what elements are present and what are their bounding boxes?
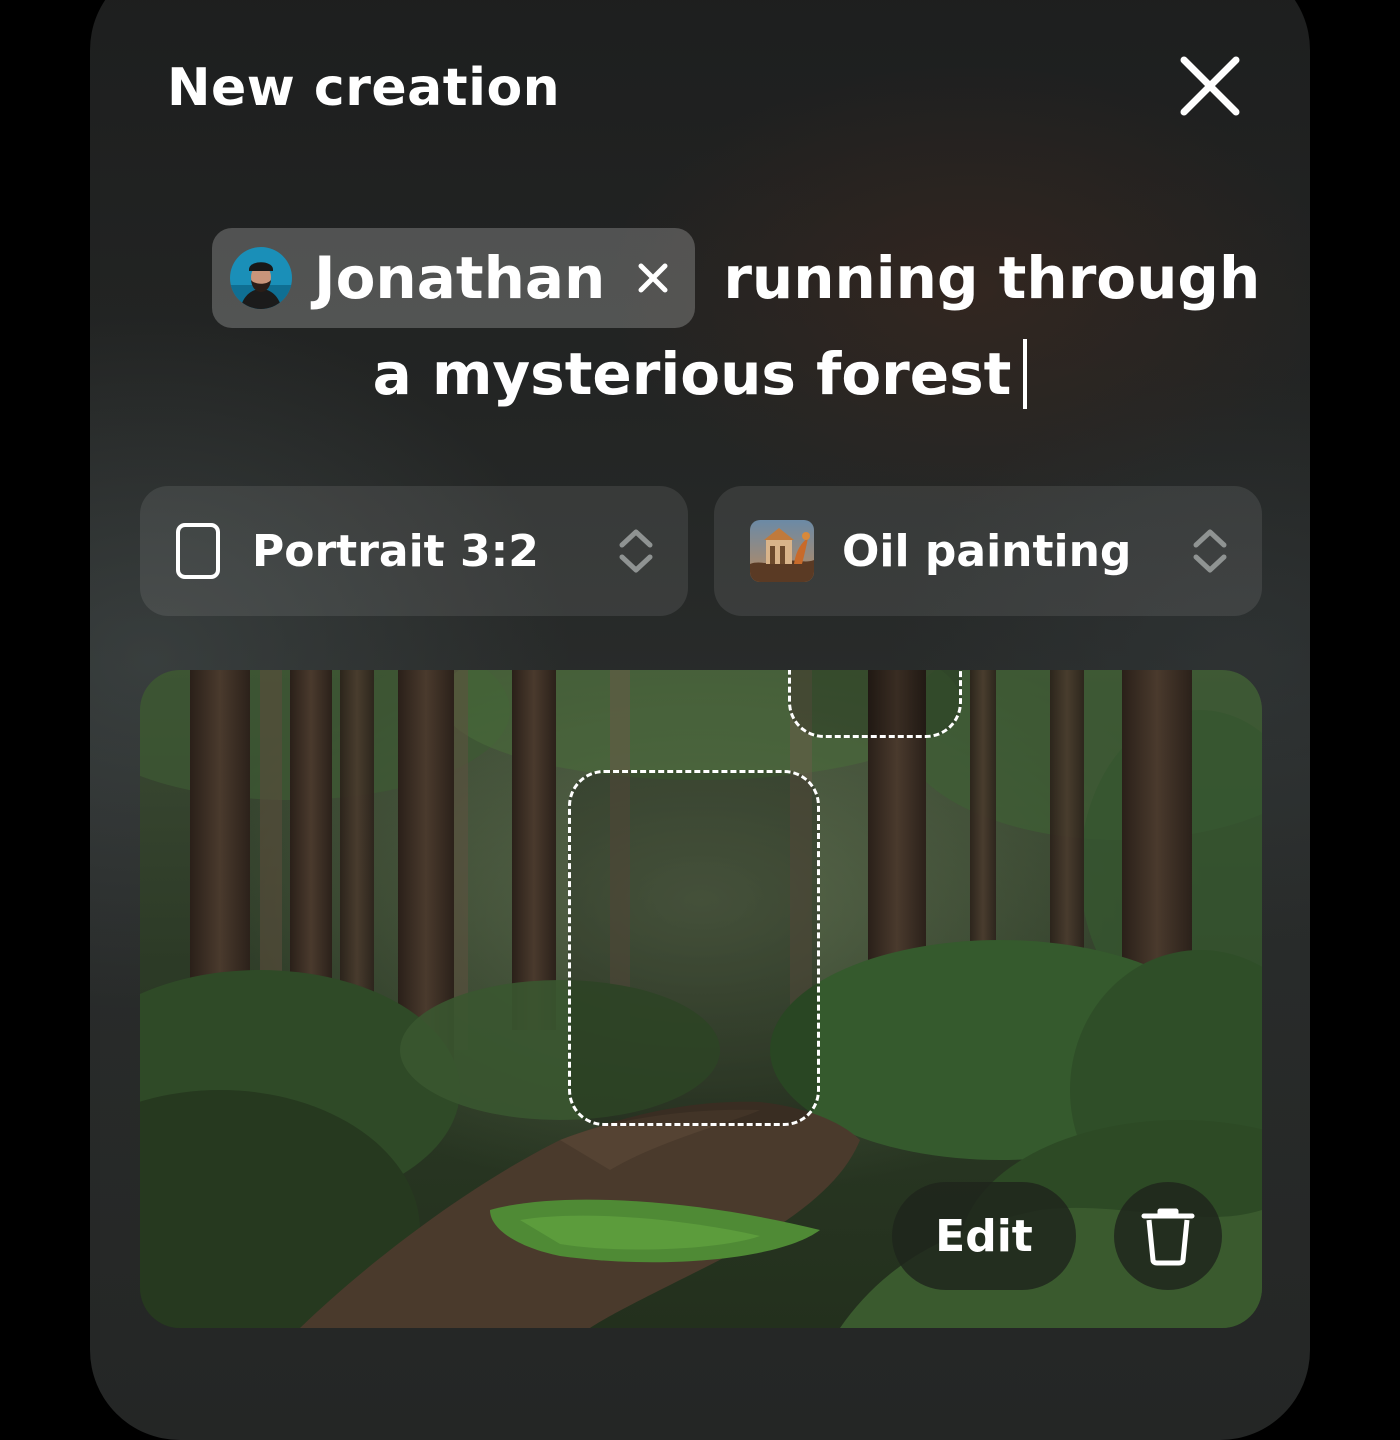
mention-chip[interactable]: Jonathan (212, 228, 696, 328)
style-select[interactable]: Oil painting (714, 486, 1262, 616)
chevron-up-down-icon (1193, 529, 1227, 573)
delete-button[interactable] (1114, 1182, 1222, 1290)
mask-region[interactable] (788, 670, 962, 738)
trash-icon (1141, 1208, 1195, 1266)
close-small-icon (638, 263, 668, 293)
source-image[interactable]: Edit (140, 670, 1262, 1328)
mask-region[interactable] (568, 770, 820, 1126)
close-icon (1180, 56, 1240, 116)
close-button[interactable] (1170, 46, 1250, 126)
style-thumbnail (750, 520, 814, 582)
chevron-up-down-icon (619, 529, 653, 573)
edit-button[interactable]: Edit (892, 1182, 1076, 1290)
avatar (230, 247, 292, 309)
mention-name: Jonathan (314, 244, 606, 312)
text-cursor (1023, 339, 1028, 409)
portrait-frame-icon (176, 523, 220, 579)
prompt-text-line2: a mysterious forest (372, 340, 1012, 408)
style-label: Oil painting (842, 525, 1132, 577)
remove-mention-button[interactable] (633, 258, 673, 298)
aspect-ratio-label: Portrait 3:2 (252, 525, 539, 577)
aspect-ratio-select[interactable]: Portrait 3:2 (140, 486, 688, 616)
prompt-text-line1: running through (723, 244, 1261, 312)
new-creation-panel: New creation Jonathan running through a … (90, 0, 1310, 1440)
page-title: New creation (167, 58, 561, 118)
